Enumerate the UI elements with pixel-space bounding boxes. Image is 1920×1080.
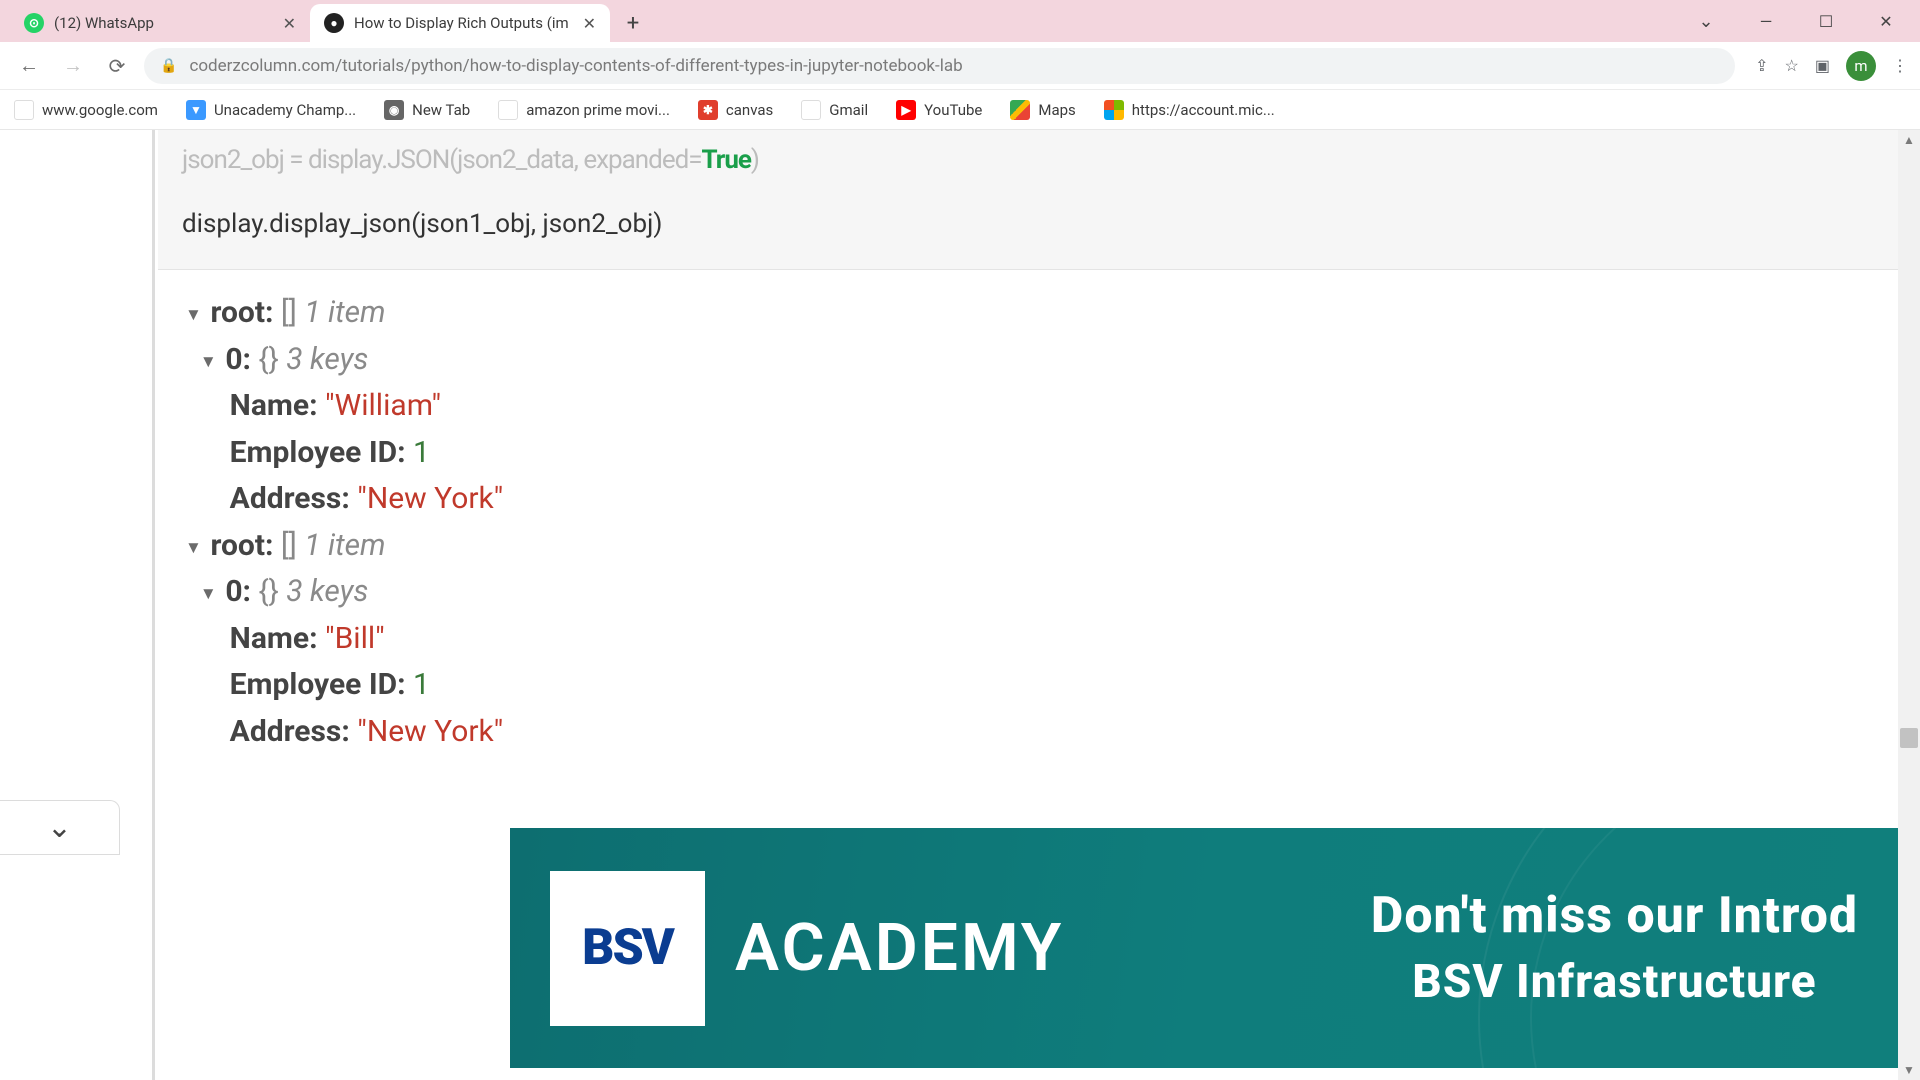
url-text: coderzcolumn.com/tutorials/python/how-to… — [189, 56, 962, 76]
menu-icon[interactable]: ⋮ — [1892, 56, 1908, 75]
chevron-down-icon[interactable]: ▼ — [200, 349, 218, 375]
ad-banner[interactable]: BSV ACADEMY Don't miss our Introd BSV In… — [510, 828, 1898, 1068]
tab-title: (12) WhatsApp — [54, 14, 273, 32]
globe-icon: ◉ — [384, 100, 404, 120]
reload-button[interactable]: ⟳ — [100, 49, 134, 83]
scrollbar-thumb[interactable] — [1900, 728, 1918, 748]
json-index-row[interactable]: ▼ 0: {} 3 keys — [185, 569, 503, 616]
bookmark-star-icon[interactable]: ☆ — [1785, 56, 1799, 75]
window-controls: ⌄ — ☐ ✕ — [1678, 0, 1920, 42]
canvas-icon: ✱ — [698, 100, 718, 120]
toolbar: ← → ⟳ 🔒 coderzcolumn.com/tutorials/pytho… — [0, 42, 1920, 90]
bookmark-newtab[interactable]: ◉New Tab — [384, 100, 470, 120]
bookmarks-bar: Gwww.google.com ▼Unacademy Champ... ◉New… — [0, 90, 1920, 130]
bookmark-msaccount[interactable]: https://account.mic... — [1104, 100, 1275, 120]
side-panel-icon[interactable]: ▣ — [1815, 56, 1830, 75]
scroll-down-icon[interactable]: ▼ — [1898, 1060, 1920, 1080]
json-output: ▼ root: [] 1 item ▼ 0: {} 3 keys Name: "… — [185, 290, 503, 755]
unacademy-icon: ▼ — [186, 100, 206, 120]
json-field-row: Name: "Bill" — [185, 616, 503, 663]
tab-title: How to Display Rich Outputs (im — [354, 14, 573, 32]
bsv-logo: BSV — [550, 871, 705, 1026]
close-icon[interactable]: ✕ — [283, 14, 296, 33]
json-field-row: Employee ID: 1 — [185, 430, 503, 477]
collapse-ad-toggle[interactable]: ⌄ — [0, 800, 120, 855]
minimize-button[interactable]: — — [1738, 3, 1794, 39]
chevron-down-icon[interactable]: ▼ — [200, 581, 218, 607]
json-root-row[interactable]: ▼ root: [] 1 item — [185, 290, 503, 337]
page-content: json2_obj = display.JSON(json2_data, exp… — [0, 130, 1920, 1080]
gmail-icon: M — [801, 100, 821, 120]
json-field-row: Employee ID: 1 — [185, 662, 503, 709]
toolbar-right: ⇪ ☆ ▣ m ⋮ — [1745, 51, 1908, 81]
content-left-gutter — [0, 130, 155, 1080]
close-icon[interactable]: ✕ — [583, 14, 596, 33]
new-tab-button[interactable]: + — [616, 6, 650, 40]
decorative-rings — [1478, 828, 1898, 1068]
json-field-row: Address: "New York" — [185, 709, 503, 756]
chevron-down-icon: ⌄ — [47, 810, 72, 845]
profile-avatar[interactable]: m — [1846, 51, 1876, 81]
forward-button[interactable]: → — [56, 49, 90, 83]
bookmark-google[interactable]: Gwww.google.com — [14, 100, 158, 120]
address-bar[interactable]: 🔒 coderzcolumn.com/tutorials/python/how-… — [144, 48, 1735, 84]
google-icon: G — [498, 100, 518, 120]
maps-icon — [1010, 100, 1030, 120]
tabs-dropdown-icon[interactable]: ⌄ — [1678, 3, 1734, 39]
code-cell: json2_obj = display.JSON(json2_data, exp… — [158, 130, 1898, 270]
lock-icon: 🔒 — [160, 58, 177, 74]
close-window-button[interactable]: ✕ — [1858, 3, 1914, 39]
youtube-icon: ▶ — [896, 100, 916, 120]
tab-whatsapp[interactable]: ⊙ (12) WhatsApp ✕ — [10, 4, 310, 42]
maximize-button[interactable]: ☐ — [1798, 3, 1854, 39]
bookmark-youtube[interactable]: ▶YouTube — [896, 100, 982, 120]
scroll-up-icon[interactable]: ▲ — [1898, 130, 1920, 150]
bookmark-maps[interactable]: Maps — [1010, 100, 1075, 120]
banner-brand: ACADEMY — [735, 910, 1064, 987]
chevron-down-icon[interactable]: ▼ — [185, 302, 203, 328]
google-icon: G — [14, 100, 34, 120]
bookmark-canvas[interactable]: ✱canvas — [698, 100, 773, 120]
bookmark-gmail[interactable]: MGmail — [801, 100, 868, 120]
site-icon: ● — [324, 13, 344, 33]
back-button[interactable]: ← — [12, 49, 46, 83]
share-icon[interactable]: ⇪ — [1755, 56, 1768, 75]
code-line: display.display_json(json1_obj, json2_ob… — [182, 204, 1874, 244]
code-line-cut: json2_obj = display.JSON(json2_data, exp… — [182, 140, 1874, 180]
json-field-row: Name: "William" — [185, 383, 503, 430]
chevron-down-icon[interactable]: ▼ — [185, 535, 203, 561]
microsoft-icon — [1104, 100, 1124, 120]
json-root-row[interactable]: ▼ root: [] 1 item — [185, 523, 503, 570]
json-index-row[interactable]: ▼ 0: {} 3 keys — [185, 337, 503, 384]
vertical-scrollbar[interactable]: ▲ ▼ — [1898, 130, 1920, 1080]
browser-titlebar: ⊙ (12) WhatsApp ✕ ● How to Display Rich … — [0, 0, 1920, 42]
bookmark-unacademy[interactable]: ▼Unacademy Champ... — [186, 100, 356, 120]
tab-active[interactable]: ● How to Display Rich Outputs (im ✕ — [310, 4, 610, 42]
json-field-row: Address: "New York" — [185, 476, 503, 523]
bookmark-amazon[interactable]: Gamazon prime movi... — [498, 100, 670, 120]
whatsapp-icon: ⊙ — [24, 13, 44, 33]
